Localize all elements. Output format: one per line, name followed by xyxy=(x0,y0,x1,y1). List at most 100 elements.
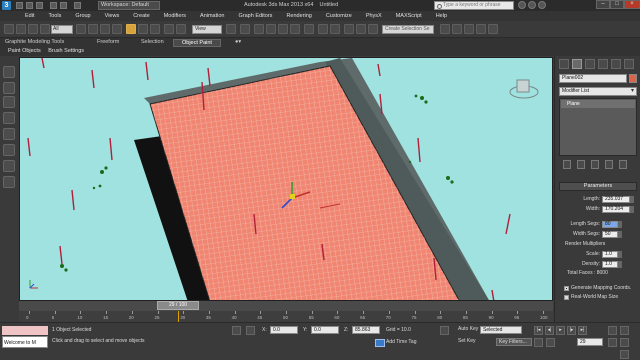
menu-animation[interactable]: Animation xyxy=(200,13,224,19)
spacing-icon[interactable] xyxy=(3,176,15,188)
key-icon[interactable] xyxy=(440,326,449,335)
zoom-all-icon[interactable] xyxy=(620,326,629,335)
link-icon[interactable] xyxy=(16,24,26,34)
angle-snap-icon[interactable] xyxy=(266,24,276,34)
time-config-icon[interactable] xyxy=(546,338,555,347)
generate-mapping-checkbox[interactable] xyxy=(564,286,569,291)
perspective-viewport[interactable] xyxy=(19,57,553,301)
pivot-center-icon[interactable] xyxy=(176,24,186,34)
width-segs-spinner[interactable] xyxy=(618,231,622,238)
graphite-toggle-icon[interactable] xyxy=(356,24,366,34)
make-unique-icon[interactable] xyxy=(591,160,599,169)
fill-icon[interactable] xyxy=(3,128,15,140)
snaps-toggle-icon[interactable] xyxy=(254,24,264,34)
menu-physx[interactable]: PhysX xyxy=(366,13,382,19)
menu-maxscript[interactable]: MAXScript xyxy=(396,13,422,19)
star-icon[interactable] xyxy=(528,1,536,9)
redo-icon[interactable] xyxy=(60,2,67,9)
align-normal-icon[interactable] xyxy=(3,160,15,172)
select-rotate-icon[interactable] xyxy=(138,24,148,34)
unlink-icon[interactable] xyxy=(28,24,38,34)
material-editor-icon[interactable] xyxy=(452,24,462,34)
orbit-icon[interactable] xyxy=(620,338,629,347)
scale-input[interactable]: 1.0 xyxy=(602,251,618,258)
maxscript-listener-input[interactable]: Welcome to M xyxy=(2,336,48,348)
modifier-list-dropdown[interactable]: Modifier List xyxy=(559,87,637,96)
keyboard-shortcut-icon[interactable] xyxy=(240,24,250,34)
paint-brush-icon[interactable] xyxy=(3,112,15,124)
render-setup-icon[interactable] xyxy=(464,24,474,34)
menu-help[interactable]: Help xyxy=(436,13,447,19)
app-logo-icon[interactable]: 3 xyxy=(2,1,11,10)
tab-freeform[interactable]: Freeform xyxy=(97,39,119,45)
mirror-icon[interactable] xyxy=(318,24,328,34)
edit-named-selection-icon[interactable] xyxy=(304,24,314,34)
stack-item-plane[interactable]: Plane xyxy=(561,100,635,108)
width-input[interactable]: 170.204 xyxy=(602,206,630,213)
menu-customize[interactable]: Customize xyxy=(326,13,352,19)
close-button[interactable]: × xyxy=(624,0,640,9)
length-spinner[interactable] xyxy=(630,196,634,203)
zoom-icon[interactable] xyxy=(608,326,617,335)
save-file-icon[interactable] xyxy=(36,2,43,9)
y-coordinate-field[interactable]: 0.0 xyxy=(311,326,339,334)
width-segs-input[interactable]: 50 xyxy=(602,231,618,238)
curve-editor-icon[interactable] xyxy=(368,24,378,34)
selection-filter-dropdown[interactable]: All xyxy=(51,25,73,34)
layer-manager-icon[interactable] xyxy=(344,24,354,34)
maximize-viewport-icon[interactable] xyxy=(620,350,629,359)
select-manipulate-icon[interactable] xyxy=(226,24,236,34)
binoculars-icon[interactable] xyxy=(518,1,526,9)
select-scale-icon[interactable] xyxy=(150,24,160,34)
menu-edit[interactable]: Edit xyxy=(25,13,34,19)
scene-explorer-icon[interactable] xyxy=(3,66,15,78)
menu-modifiers[interactable]: Modifiers xyxy=(164,13,186,19)
track-bar[interactable]: 0 5 10 15 20 25 30 35 40 45 50 55 60 65 70 75 80 85 90 95 10… xyxy=(19,311,553,322)
current-frame-field[interactable]: 29 xyxy=(577,338,603,346)
motion-tab-icon[interactable] xyxy=(598,59,608,69)
brush-settings-panel[interactable]: Brush Settings xyxy=(48,48,84,54)
tab-selection[interactable]: Selection xyxy=(141,39,164,45)
undo-tool-icon[interactable] xyxy=(4,24,14,34)
pan-view-icon[interactable] xyxy=(608,338,617,347)
display-tab-icon[interactable] xyxy=(611,59,621,69)
add-time-tag-button[interactable]: Add Time Tag xyxy=(375,339,416,347)
reference-coord-icon[interactable] xyxy=(164,24,174,34)
ribbon-options-icon[interactable]: ●▾ xyxy=(235,39,241,45)
new-file-icon[interactable] xyxy=(16,2,23,9)
schematic-view-icon[interactable] xyxy=(440,24,450,34)
parameters-rollout-header[interactable]: Parameters xyxy=(559,182,637,191)
show-end-result-icon[interactable] xyxy=(577,160,585,169)
reference-coordinate-dropdown[interactable]: View xyxy=(192,25,222,34)
open-file-icon[interactable] xyxy=(26,2,33,9)
tab-graphite-modeling[interactable]: Graphite Modeling Tools xyxy=(5,39,64,45)
maximize-button[interactable]: □ xyxy=(610,0,624,9)
absolute-mode-icon[interactable] xyxy=(246,326,255,335)
tab-object-paint[interactable]: Object Paint xyxy=(173,39,221,47)
key-mode-toggle-icon[interactable] xyxy=(534,338,543,347)
real-world-checkbox[interactable] xyxy=(564,295,569,300)
length-segs-spinner[interactable] xyxy=(618,221,622,228)
menu-views[interactable]: Views xyxy=(105,13,120,19)
percent-snap-icon[interactable] xyxy=(278,24,288,34)
set-key-button[interactable]: Set Key xyxy=(458,338,476,344)
select-move-icon[interactable] xyxy=(126,24,136,34)
previous-frame-icon[interactable]: ◂| xyxy=(545,326,554,335)
configure-sets-icon[interactable] xyxy=(619,160,627,169)
object-name-field[interactable]: Plane002 xyxy=(559,74,627,83)
maxscript-mini-listener[interactable] xyxy=(2,326,48,335)
lock-selection-icon[interactable] xyxy=(232,326,241,335)
next-frame-icon[interactable]: |▸ xyxy=(567,326,576,335)
select-by-name-icon[interactable] xyxy=(88,24,98,34)
window-crossing-icon[interactable] xyxy=(112,24,122,34)
create-tab-icon[interactable] xyxy=(559,59,569,69)
render-production-icon[interactable] xyxy=(488,24,498,34)
workspace-dropdown[interactable]: Workspace: Default xyxy=(98,1,160,10)
play-icon[interactable]: ▸ xyxy=(556,326,565,335)
select-object-icon[interactable] xyxy=(76,24,86,34)
x-coordinate-field[interactable]: 0.0 xyxy=(270,326,298,334)
key-mode-dropdown[interactable]: Selected xyxy=(480,326,522,334)
viewcube-icon[interactable] xyxy=(509,79,539,99)
hierarchy-tab-icon[interactable] xyxy=(585,59,595,69)
utilities-tab-icon[interactable] xyxy=(624,59,634,69)
